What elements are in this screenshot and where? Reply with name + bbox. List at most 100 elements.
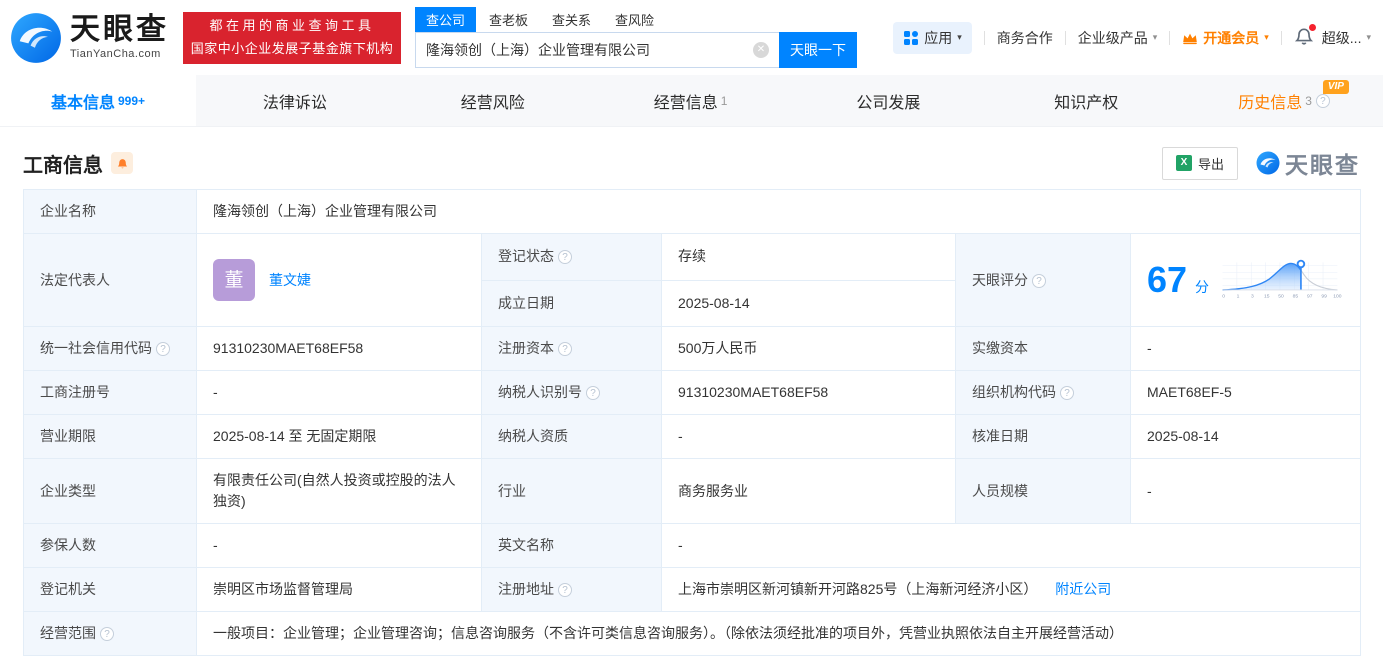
search-tab-relation[interactable]: 查关系 <box>541 7 602 32</box>
nav-enterprise-label: 企业级产品 <box>1077 29 1148 46</box>
search-input[interactable] <box>426 42 753 58</box>
nav-open-vip-label: 开通会员 <box>1203 29 1260 46</box>
notifications-bell[interactable] <box>1294 24 1316 49</box>
industry-value: 商务服务业 <box>661 458 956 524</box>
legal-rep-label: 法定代表人 <box>23 233 197 327</box>
taxpayer-quality-label: 纳税人资质 <box>481 414 662 459</box>
svg-text:1: 1 <box>1237 294 1240 300</box>
score-distribution-chart: 0 1 3 15 50 85 97 99 100 <box>1222 259 1342 300</box>
bell-icon <box>117 158 127 168</box>
business-scope-value: 一般项目：企业管理；企业管理咨询；信息咨询服务（不含许可类信息咨询服务）。（除依… <box>195 611 1362 656</box>
company-name-label: 企业名称 <box>23 189 197 234</box>
establish-date-label: 成立日期 <box>481 279 662 327</box>
help-icon[interactable]: ? <box>586 386 600 400</box>
vip-badge: VIP <box>1322 80 1349 94</box>
tab-label: 公司发展 <box>856 94 921 112</box>
reg-number-value: - <box>196 370 482 415</box>
search-tab-risk[interactable]: 查风险 <box>604 7 665 32</box>
table-row: 企业名称 隆海领创（上海）企业管理有限公司 <box>23 189 1362 234</box>
nav-super-vip-label: 超级... <box>1321 29 1362 46</box>
main-content: 工商信息 X 导出 天眼查 企业名称 隆海领创（上海）企业管理有限公司 法定代表… <box>0 127 1383 656</box>
reg-capital-value: 500万人民币 <box>661 326 956 371</box>
table-row: 企业类型 有限责任公司(自然人投资或控股的法人独资) 行业 商务服务业 人员规模… <box>23 458 1362 524</box>
table-row: 法定代表人 董 董文婕 登记状态? 存续 天眼评分? 67 分 0 1 3 15… <box>23 233 1362 327</box>
reg-status-label: 登记状态? <box>481 233 662 281</box>
table-row: 营业期限 2025-08-14 至 无固定期限 纳税人资质 - 核准日期 202… <box>23 414 1362 459</box>
reg-address-label: 注册地址? <box>481 567 662 612</box>
table-row: 经营范围? 一般项目：企业管理；企业管理咨询；信息咨询服务（不含许可类信息咨询服… <box>23 611 1362 656</box>
insured-value: - <box>196 523 482 568</box>
divider <box>1169 30 1171 45</box>
reg-status-value: 存续 <box>661 233 956 281</box>
org-code-value: MAET68EF-5 <box>1129 370 1362 415</box>
paid-capital-value: - <box>1129 326 1362 371</box>
help-icon[interactable]: ? <box>1060 386 1074 400</box>
help-icon[interactable]: ? <box>558 342 572 356</box>
tab-intellectual-property[interactable]: 知识产权 <box>987 75 1185 126</box>
search-box: ✕ <box>415 32 779 68</box>
nav-apps[interactable]: 应用 ▾ <box>893 21 972 54</box>
svg-text:3: 3 <box>1251 294 1254 300</box>
search-tab-company[interactable]: 查公司 <box>415 7 477 32</box>
company-type-label: 企业类型 <box>23 458 197 524</box>
avatar[interactable]: 董 <box>213 259 255 301</box>
nav-open-vip[interactable]: 开通会员 ▾ <box>1182 28 1269 48</box>
search-tab-boss[interactable]: 查老板 <box>478 7 539 32</box>
tab-count: 1 <box>720 93 728 108</box>
reg-authority-value: 崇明区市场监督管理局 <box>196 567 482 612</box>
org-code-label: 组织机构代码? <box>955 370 1131 415</box>
insured-label: 参保人数 <box>23 523 197 568</box>
reg-number-label: 工商注册号 <box>23 370 197 415</box>
apps-icon <box>904 30 919 45</box>
help-icon[interactable]: ? <box>1315 93 1330 108</box>
help-icon[interactable]: ? <box>100 627 114 641</box>
search-button[interactable]: 天眼一下 <box>779 32 857 68</box>
nearby-companies-link[interactable]: 附近公司 <box>1055 581 1111 597</box>
help-icon[interactable]: ? <box>1032 273 1046 288</box>
export-button[interactable]: X 导出 <box>1161 146 1238 180</box>
score-cell: 67 分 0 1 3 15 50 85 97 99 100 <box>1129 233 1362 327</box>
help-icon[interactable]: ? <box>558 583 572 597</box>
divider <box>1280 30 1282 45</box>
notification-dot <box>1308 24 1316 31</box>
help-icon[interactable]: ? <box>558 250 572 265</box>
chevron-down-icon: ▾ <box>1152 32 1158 42</box>
business-term-label: 营业期限 <box>23 414 197 459</box>
watermark-text: 天眼查 <box>1285 152 1360 178</box>
chevron-down-icon: ▾ <box>1264 32 1269 42</box>
table-row: 统一社会信用代码? 91310230MAET68EF58 注册资本? 500万人… <box>23 326 1362 371</box>
tab-label: 经营风险 <box>460 94 525 112</box>
tianyancha-logo[interactable]: 天眼查 TianYanCha.com <box>10 12 169 64</box>
table-row: 参保人数 - 英文名称 - <box>23 523 1362 568</box>
monitor-bell-button[interactable] <box>111 152 133 174</box>
nav-super-vip[interactable]: 超级... ▾ <box>1322 28 1371 48</box>
search-tabs: 查公司 查老板 查关系 查风险 <box>415 7 857 32</box>
chevron-down-icon: ▾ <box>1366 32 1371 42</box>
establish-date-value: 2025-08-14 <box>661 279 956 327</box>
svg-text:97: 97 <box>1307 294 1313 300</box>
help-icon[interactable]: ? <box>156 342 170 356</box>
tab-basic-info[interactable]: 基本信息 999+ <box>0 75 196 126</box>
business-term-value: 2025-08-14 至 无固定期限 <box>196 414 482 459</box>
clear-search-icon[interactable]: ✕ <box>753 42 769 58</box>
svg-text:99: 99 <box>1321 294 1327 300</box>
score-axis-labels: 0 1 3 15 50 85 97 99 100 <box>1222 294 1342 300</box>
watermark-logo: 天眼查 <box>1256 146 1360 180</box>
tab-legal-proceedings[interactable]: 法律诉讼 <box>196 75 394 126</box>
tab-label: 经营信息 <box>653 94 718 112</box>
search-block: 查公司 查老板 查关系 查风险 ✕ 天眼一下 <box>415 7 857 68</box>
score-marker-pin <box>1296 259 1306 269</box>
tab-history-info[interactable]: VIP 历史信息 3 ? <box>1185 75 1383 126</box>
tab-operating-risk[interactable]: 经营风险 <box>394 75 592 126</box>
nav-enterprise[interactable]: 企业级产品 ▾ <box>1078 28 1158 48</box>
tab-company-development[interactable]: 公司发展 <box>789 75 987 126</box>
legal-rep-link[interactable]: 董文婕 <box>269 270 311 291</box>
tab-count: 999+ <box>117 93 146 108</box>
tab-operating-info[interactable]: 经营信息 1 <box>592 75 790 126</box>
credit-code-label: 统一社会信用代码? <box>23 326 197 371</box>
svg-text:100: 100 <box>1333 294 1342 300</box>
table-row: 登记机关 崇明区市场监督管理局 注册地址? 上海市崇明区新河镇新开河路825号（… <box>23 567 1362 612</box>
staff-size-value: - <box>1129 458 1362 524</box>
nav-cooperation[interactable]: 商务合作 <box>997 28 1053 48</box>
tab-label: 历史信息 <box>1238 94 1303 112</box>
